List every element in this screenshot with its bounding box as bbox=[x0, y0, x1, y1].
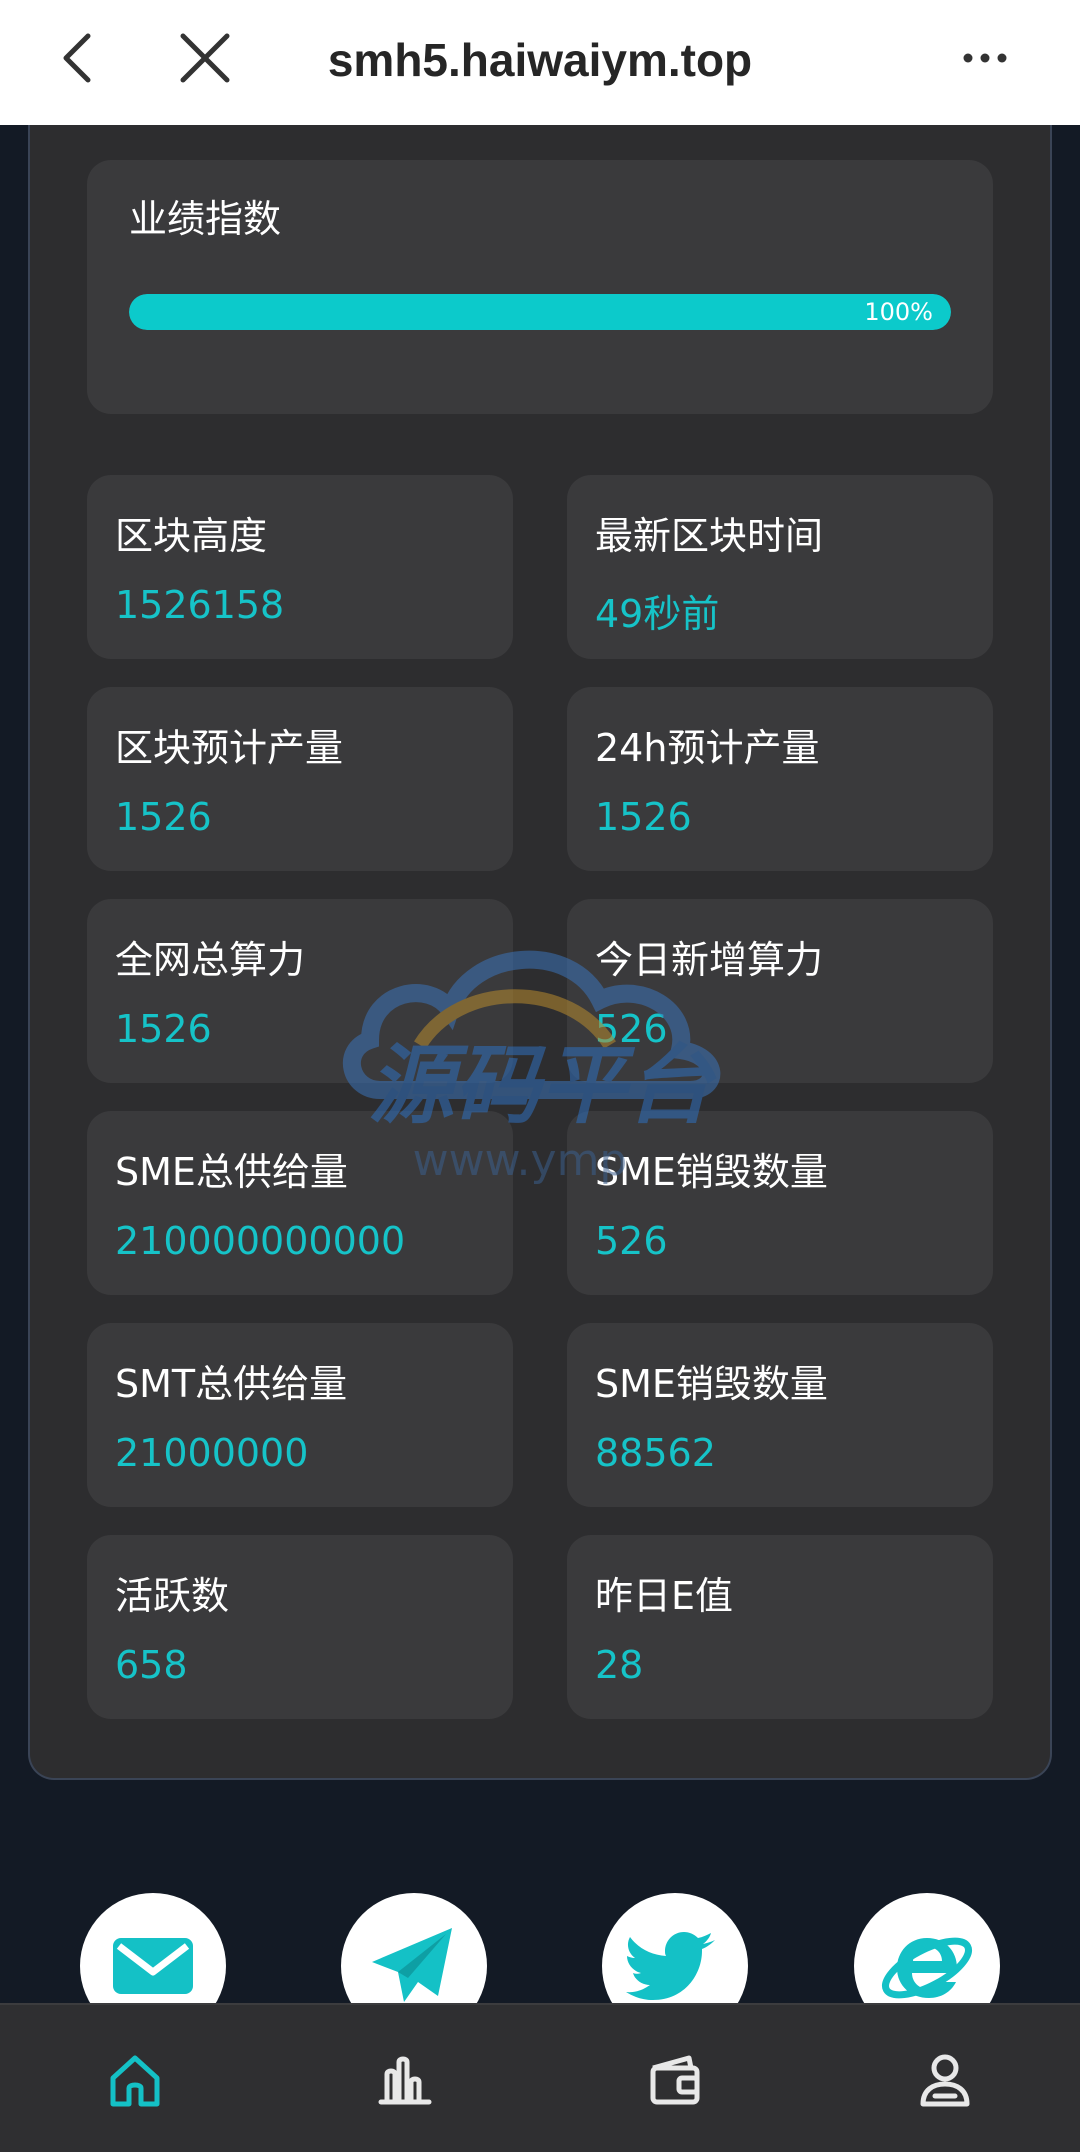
stat-value: 526 bbox=[595, 1219, 668, 1263]
stat-value: 1526 bbox=[595, 795, 692, 839]
url-title: smh5.haiwaiym.top bbox=[327, 34, 753, 86]
stat-value: 1526 bbox=[115, 795, 212, 839]
chart-icon bbox=[378, 2056, 432, 2104]
stat-label: SMT总供给量 bbox=[115, 1362, 348, 1406]
stat-card: 区块预计产量 1526 bbox=[87, 687, 513, 871]
stat-label: 活跃数 bbox=[115, 1574, 230, 1618]
stat-card: 今日新增算力 526 bbox=[567, 899, 993, 1083]
nav-market[interactable] bbox=[315, 2005, 495, 2152]
stat-label: 昨日E值 bbox=[595, 1574, 734, 1618]
stat-label: 今日新增算力 bbox=[595, 938, 824, 982]
nav-wallet[interactable] bbox=[585, 2005, 765, 2152]
stat-label: SME销毁数量 bbox=[595, 1150, 828, 1194]
ie-browser-icon bbox=[882, 1937, 972, 1999]
stat-card: 24h预计产量 1526 bbox=[567, 687, 993, 871]
more-dots-icon bbox=[963, 53, 1007, 63]
stat-card: SMT总供给量 21000000 bbox=[87, 1323, 513, 1507]
more-menu-button[interactable] bbox=[955, 28, 1015, 88]
stat-value: 21000000 bbox=[115, 1431, 309, 1475]
stat-card: SME总供给量 210000000000 bbox=[87, 1111, 513, 1295]
stat-card: 区块高度 1526158 bbox=[87, 475, 513, 659]
stat-label: 区块预计产量 bbox=[115, 726, 344, 770]
nav-home[interactable] bbox=[45, 2005, 225, 2152]
back-button[interactable] bbox=[50, 28, 110, 88]
performance-progress-fill bbox=[129, 294, 951, 330]
twitter-icon bbox=[626, 1932, 715, 2000]
stat-label: 24h预计产量 bbox=[595, 726, 820, 770]
stat-value: 88562 bbox=[595, 1431, 716, 1475]
stat-card: 活跃数 658 bbox=[87, 1535, 513, 1719]
stat-value: 28 bbox=[595, 1643, 644, 1687]
stat-value: 658 bbox=[115, 1643, 188, 1687]
performance-title: 业绩指数 bbox=[129, 197, 282, 241]
stat-card: 全网总算力 1526 bbox=[87, 899, 513, 1083]
stat-card: SME销毁数量 88562 bbox=[567, 1323, 993, 1507]
stat-value: 1526158 bbox=[115, 583, 285, 627]
chevron-left-icon bbox=[63, 33, 91, 83]
performance-percent: 100% bbox=[864, 298, 933, 326]
close-button[interactable] bbox=[175, 28, 235, 88]
stat-label: 最新区块时间 bbox=[595, 514, 824, 558]
stat-label: 全网总算力 bbox=[115, 938, 306, 982]
stat-card: 最新区块时间 49秒前 bbox=[567, 475, 993, 659]
performance-progress-bar: 100% bbox=[129, 294, 951, 330]
user-icon bbox=[920, 2054, 970, 2106]
bottom-nav bbox=[0, 2003, 1080, 2152]
close-icon bbox=[180, 33, 230, 83]
stat-value: 526 bbox=[595, 1007, 668, 1051]
browser-header: smh5.haiwaiym.top bbox=[0, 0, 1080, 125]
wallet-icon bbox=[650, 2055, 700, 2104]
telegram-icon bbox=[372, 1928, 452, 2002]
stat-card: SME销毁数量 526 bbox=[567, 1111, 993, 1295]
performance-card: 业绩指数 100% bbox=[87, 160, 993, 414]
nav-profile[interactable] bbox=[855, 2005, 1035, 2152]
stat-value: 49秒前 bbox=[595, 592, 720, 636]
stat-label: SME总供给量 bbox=[115, 1150, 348, 1194]
stat-label: SME销毁数量 bbox=[595, 1362, 828, 1406]
mail-icon bbox=[113, 1938, 193, 1994]
stat-value: 210000000000 bbox=[115, 1219, 406, 1263]
home-icon bbox=[110, 2055, 160, 2106]
stat-card: 昨日E值 28 bbox=[567, 1535, 993, 1719]
stat-value: 1526 bbox=[115, 1007, 212, 1051]
stat-label: 区块高度 bbox=[115, 514, 268, 558]
